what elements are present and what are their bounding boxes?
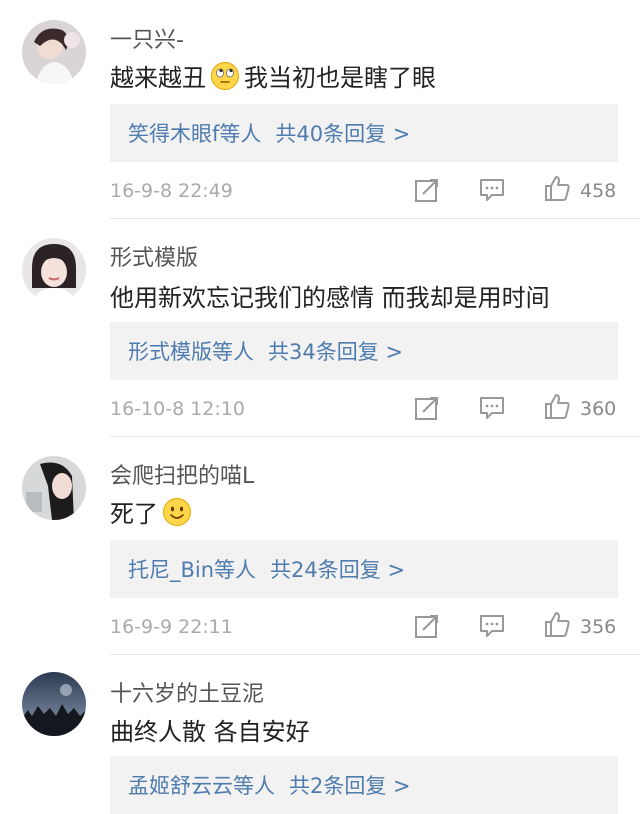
comment-timestamp: 16-9-8 22:49 bbox=[110, 180, 233, 202]
like-count: 360 bbox=[580, 398, 617, 420]
avatar[interactable] bbox=[22, 672, 86, 736]
comment-text: 他用新欢忘记我们的感情 而我却是用时间 bbox=[110, 278, 550, 313]
like-count: 458 bbox=[580, 180, 617, 202]
repost-icon[interactable] bbox=[413, 612, 441, 640]
reply-names[interactable]: 孟姬舒云云等人 bbox=[128, 770, 275, 800]
reply-summary[interactable]: 形式模版等人 共34条回复 > bbox=[110, 322, 618, 380]
reply-summary[interactable]: 笑得木眼f等人 共40条回复 > bbox=[110, 104, 618, 162]
reply-names[interactable]: 笑得木眼f等人 bbox=[128, 118, 261, 148]
comment-item: 十六岁的土豆泥 曲终人散 各自安好 孟姬舒云云等人 共2条回复 > bbox=[0, 654, 640, 814]
comment-text: 死了 bbox=[110, 494, 196, 529]
repost-icon[interactable] bbox=[413, 394, 441, 422]
avatar[interactable] bbox=[22, 456, 86, 520]
reply-count[interactable]: 共24条回复 > bbox=[270, 554, 405, 584]
reply-count[interactable]: 共40条回复 > bbox=[275, 118, 410, 148]
comment-item: 形式模版 他用新欢忘记我们的感情 而我却是用时间 形式模版等人 共34条回复 >… bbox=[0, 218, 640, 437]
comment-text: 越来越丑 我当初也是瞎了眼 bbox=[110, 58, 436, 93]
repost-icon[interactable] bbox=[413, 176, 441, 204]
comment-item: 会爬扫把的喵L 死了 托尼_Bin等人 共24条回复 > 16-9-9 22:1… bbox=[0, 436, 640, 655]
avatar[interactable] bbox=[22, 238, 86, 302]
thumbs-up-icon[interactable] bbox=[543, 392, 571, 420]
comment-text-part: 死了 bbox=[110, 500, 158, 528]
comment-text-part: 我当初也是瞎了眼 bbox=[244, 64, 436, 92]
comment-item: 一只兴- 越来越丑 我当初也是瞎了眼 笑得木眼f等人 共40条回复 > 16-9… bbox=[0, 0, 640, 220]
comment-text: 曲终人散 各自安好 bbox=[110, 712, 310, 747]
like-count: 356 bbox=[580, 616, 617, 638]
comment-username[interactable]: 十六岁的土豆泥 bbox=[110, 676, 264, 708]
comment-text-part: 曲终人散 各自安好 bbox=[110, 718, 310, 746]
thumbs-up-icon[interactable] bbox=[543, 174, 571, 202]
reply-names[interactable]: 形式模版等人 bbox=[128, 336, 254, 366]
smile-emoji-icon bbox=[162, 497, 192, 527]
comment-icon[interactable] bbox=[478, 394, 506, 422]
reply-count[interactable]: 共34条回复 > bbox=[268, 336, 403, 366]
comment-username[interactable]: 会爬扫把的喵L bbox=[110, 458, 254, 490]
avatar[interactable] bbox=[22, 20, 86, 84]
comment-timestamp: 16-10-8 12:10 bbox=[110, 398, 245, 420]
reply-summary[interactable]: 托尼_Bin等人 共24条回复 > bbox=[110, 540, 618, 598]
comment-timestamp: 16-9-9 22:11 bbox=[110, 616, 233, 638]
comment-icon[interactable] bbox=[478, 612, 506, 640]
reply-names[interactable]: 托尼_Bin等人 bbox=[128, 554, 256, 584]
comment-text-part: 越来越丑 bbox=[110, 64, 206, 92]
thumbs-up-icon[interactable] bbox=[543, 610, 571, 638]
comment-text-part: 他用新欢忘记我们的感情 而我却是用时间 bbox=[110, 284, 550, 312]
rolling-eyes-emoji-icon bbox=[210, 61, 240, 91]
comment-icon[interactable] bbox=[478, 176, 506, 204]
comment-username[interactable]: 一只兴- bbox=[110, 22, 184, 54]
reply-count[interactable]: 共2条回复 > bbox=[289, 770, 411, 800]
comment-username[interactable]: 形式模版 bbox=[110, 240, 198, 272]
reply-summary[interactable]: 孟姬舒云云等人 共2条回复 > bbox=[110, 756, 618, 814]
